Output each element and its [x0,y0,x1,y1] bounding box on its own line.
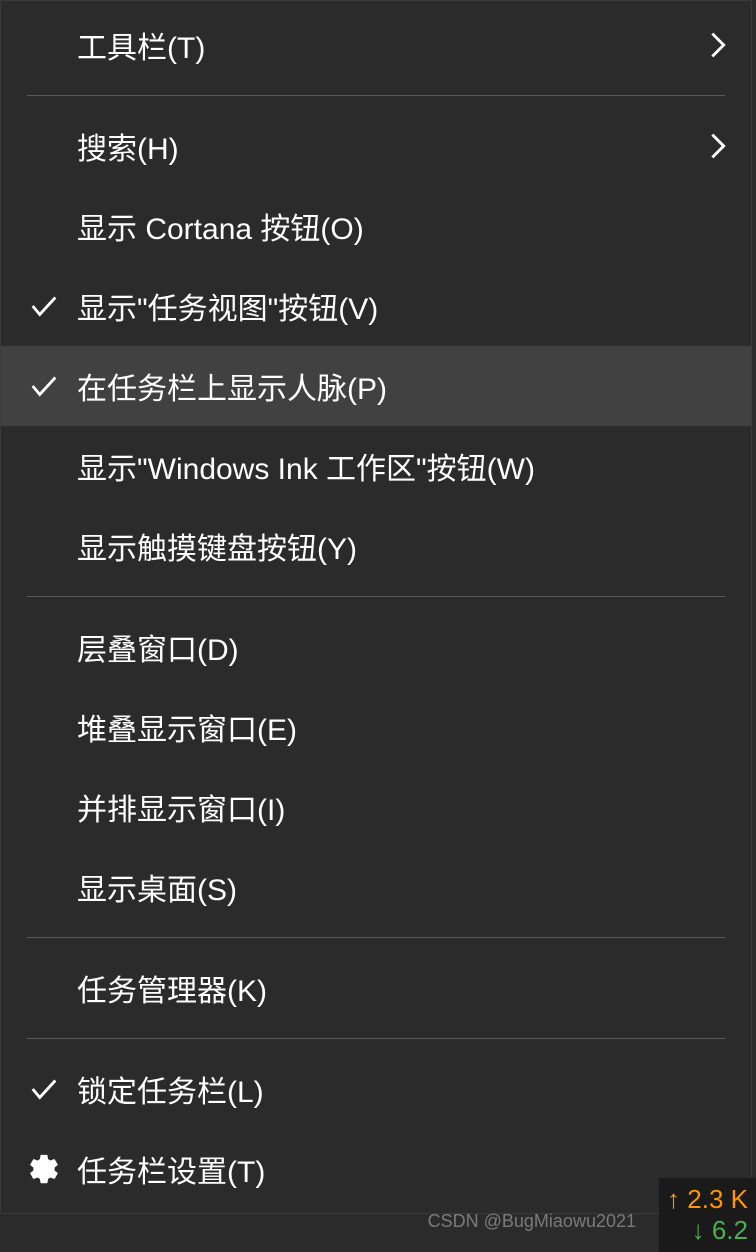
menu-divider [27,95,725,96]
menu-item-label: 锁定任务栏(L) [77,1067,733,1111]
network-speed-indicator: ↑ 2.3 K ↓ 6.2 [659,1178,756,1252]
menu-item-label: 并排显示窗口(I) [77,785,733,829]
menu-item[interactable]: 工具栏(T) [1,5,751,85]
chevron-right-icon [703,129,733,163]
menu-item[interactable]: 锁定任务栏(L) [1,1049,751,1129]
menu-divider [27,596,725,597]
menu-item-label: 任务管理器(K) [77,966,733,1010]
taskbar-context-menu: 工具栏(T) 搜索(H) 显示 Cortana 按钮(O) 显示"任务视图"按钮(V)… [0,0,752,1214]
menu-item-label: 显示桌面(S) [77,865,733,909]
menu-item-label: 任务栏设置(T) [77,1147,733,1191]
upload-speed: ↑ 2.3 K [667,1184,748,1215]
menu-item[interactable]: 任务管理器(K) [1,948,751,1028]
menu-item-label: 堆叠显示窗口(E) [77,705,733,749]
menu-item[interactable]: 显示桌面(S) [1,847,751,927]
menu-item[interactable]: 显示触摸键盘按钮(Y) [1,506,751,586]
check-icon [27,289,77,323]
download-speed: ↓ 6.2 [667,1215,748,1246]
check-icon [27,1072,77,1106]
menu-item[interactable]: 任务栏设置(T) [1,1129,751,1209]
menu-item-label: 层叠窗口(D) [77,625,733,669]
menu-item[interactable]: 显示 Cortana 按钮(O) [1,186,751,266]
menu-divider [27,1038,725,1039]
menu-item[interactable]: 在任务栏上显示人脉(P) [1,346,751,426]
menu-item-label: 显示"Windows Ink 工作区"按钮(W) [77,444,733,488]
check-icon [27,369,77,403]
menu-item-label: 工具栏(T) [77,23,703,67]
menu-item-label: 搜索(H) [77,124,703,168]
menu-item[interactable]: 堆叠显示窗口(E) [1,687,751,767]
menu-item[interactable]: 显示"Windows Ink 工作区"按钮(W) [1,426,751,506]
chevron-right-icon [703,28,733,62]
menu-divider [27,937,725,938]
menu-item-label: 显示"任务视图"按钮(V) [77,284,733,328]
watermark-text: CSDN @BugMiaowu2021 [428,1211,636,1232]
menu-item-label: 显示触摸键盘按钮(Y) [77,524,733,568]
menu-item-label: 显示 Cortana 按钮(O) [77,204,733,248]
menu-item[interactable]: 并排显示窗口(I) [1,767,751,847]
menu-item-label: 在任务栏上显示人脉(P) [77,364,733,408]
menu-item[interactable]: 显示"任务视图"按钮(V) [1,266,751,346]
menu-item[interactable]: 层叠窗口(D) [1,607,751,687]
gear-icon [27,1152,77,1186]
menu-item[interactable]: 搜索(H) [1,106,751,186]
